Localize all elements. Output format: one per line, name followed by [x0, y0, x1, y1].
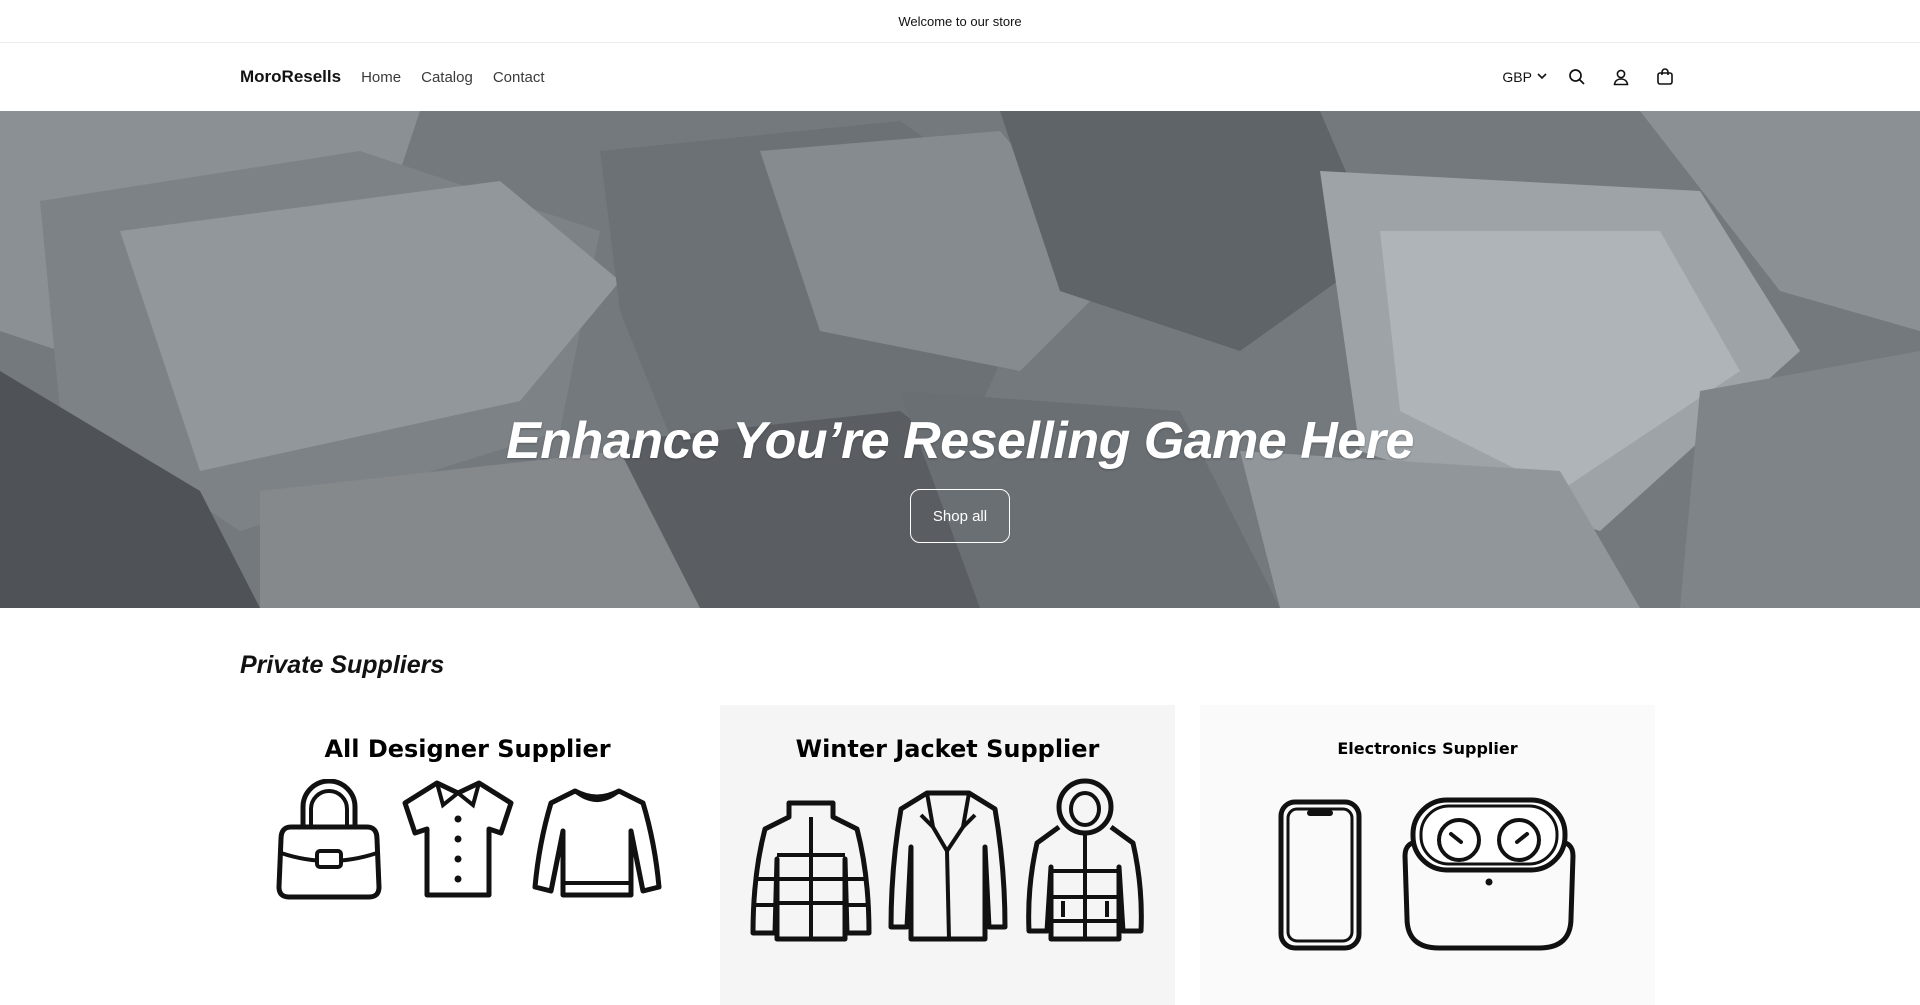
collection-card-winter-jackets[interactable]: Winter Jacket Supplier — [720, 705, 1175, 1005]
search-icon[interactable] — [1562, 62, 1592, 92]
hooded-parka-icon — [1025, 778, 1144, 942]
collection-list: Private Suppliers All Designer Supplier — [0, 651, 1920, 1005]
coat-icon — [888, 790, 1007, 942]
collection-card-electronics[interactable]: Electronics Supplier — [1200, 705, 1655, 1005]
handbag-icon — [275, 779, 382, 900]
currency-selector[interactable]: GBP — [1502, 69, 1548, 85]
sweater-icon — [532, 788, 661, 898]
currency-label: GBP — [1502, 69, 1532, 85]
smartphone-icon — [1278, 799, 1361, 951]
hero-banner: Enhance You’re Reselling Game Here Shop … — [0, 111, 1920, 608]
nav-contact[interactable]: Contact — [493, 69, 545, 86]
hero-title: Enhance You’re Reselling Game Here — [506, 412, 1414, 470]
store-logo[interactable]: MoroResells — [240, 67, 341, 87]
collection-card-designer[interactable]: All Designer Supplier — [240, 705, 695, 1005]
shop-all-button[interactable]: Shop all — [910, 489, 1010, 543]
card-title: Winter Jacket Supplier — [795, 735, 1100, 763]
nav-home[interactable]: Home — [361, 69, 401, 86]
site-header: MoroResells Home Catalog Contact GBP — [0, 43, 1920, 111]
cart-icon[interactable] — [1650, 62, 1680, 92]
polo-shirt-icon — [402, 780, 513, 898]
section-title: Private Suppliers — [240, 651, 445, 679]
announcement-text: Welcome to our store — [898, 13, 1022, 29]
card-title: All Designer Supplier — [324, 735, 611, 763]
puffer-jacket-icon — [750, 800, 871, 942]
account-icon[interactable] — [1606, 62, 1636, 92]
chevron-down-icon — [1536, 69, 1548, 85]
earbuds-case-icon — [1401, 797, 1576, 951]
card-title: Electronics Supplier — [1337, 739, 1518, 758]
announcement-bar: Welcome to our store — [0, 0, 1920, 43]
nav-catalog[interactable]: Catalog — [421, 69, 473, 86]
